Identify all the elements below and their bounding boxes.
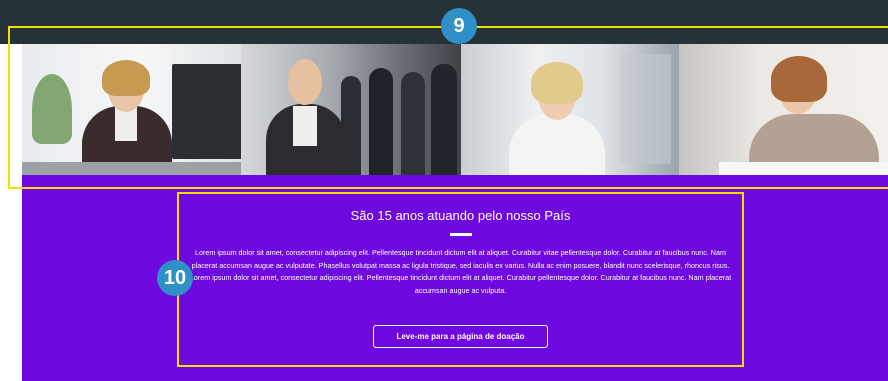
annotation-box-10	[177, 192, 744, 367]
annotation-badge-10: 10	[157, 260, 193, 296]
annotation-badge-9: 9	[441, 8, 477, 44]
annotation-box-9	[8, 26, 888, 189]
